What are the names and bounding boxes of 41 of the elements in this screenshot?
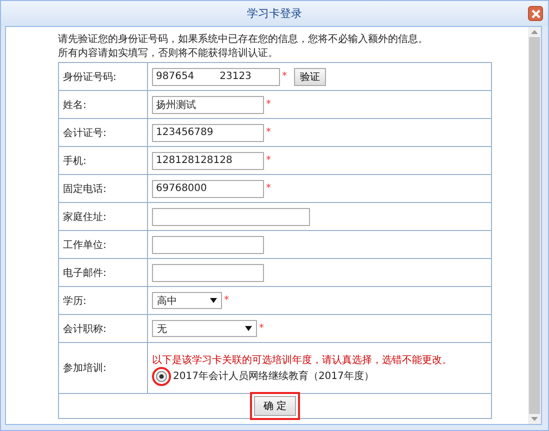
field-label: 家庭住址: <box>58 202 148 230</box>
required-mark: * <box>266 127 271 138</box>
field-label: 手机: <box>58 146 148 174</box>
required-mark: * <box>282 71 287 82</box>
field-label: 学历: <box>58 286 148 314</box>
field-label: 会计证号: <box>58 118 148 146</box>
dropdown[interactable]: 无 <box>152 320 257 337</box>
input-field[interactable]: 扬州测试 <box>152 96 264 114</box>
verify-button[interactable]: 验证 <box>294 68 326 86</box>
close-icon <box>530 8 540 18</box>
field-label: 姓名: <box>58 90 148 118</box>
field-label: 参加培训: <box>58 342 148 394</box>
required-mark: * <box>259 323 264 334</box>
dropdown-arrow-icon <box>210 298 217 303</box>
field-label: 工作单位: <box>58 230 148 258</box>
option-label[interactable]: 2017年会计人员网络继续教育（2017年度） <box>173 369 374 383</box>
notice-text: 以下是该学习卡关联的可选培训年度，请认真选择，选错不能更改。 <box>152 354 453 367</box>
field-label: 身份证号码: <box>58 62 148 90</box>
scroll-down-icon <box>531 417 538 421</box>
field-label: 会计职称: <box>58 314 148 342</box>
instruction-text: 所有内容请如实填写，否则将不能获得培训认证。 <box>58 47 279 61</box>
required-mark: * <box>266 155 271 166</box>
required-mark: * <box>266 183 271 194</box>
scrollbar[interactable] <box>528 27 541 424</box>
field-label: 固定电话: <box>58 174 148 202</box>
input-field[interactable]: 69768000 <box>152 180 264 198</box>
window-title: 学习卡登录 <box>247 6 302 21</box>
input-field[interactable] <box>152 264 264 282</box>
dropdown[interactable]: 高中 <box>152 292 222 309</box>
dropdown-arrow-icon <box>245 326 252 331</box>
instruction-text: 请先验证您的身份证号码，如果系统中已存在您的信息，您将不必输入额外的信息。 <box>58 33 429 47</box>
input-field[interactable] <box>152 208 310 226</box>
input-field[interactable]: 987654 23123 <box>152 68 280 86</box>
required-mark: * <box>266 99 271 110</box>
scroll-up-icon <box>531 30 538 34</box>
close-button[interactable] <box>528 6 543 21</box>
input-field[interactable] <box>152 236 264 254</box>
field-label: 电子邮件: <box>58 258 148 286</box>
required-mark: * <box>224 295 229 306</box>
input-field[interactable]: 123456789 <box>152 124 264 142</box>
input-field[interactable]: 128128128128 <box>152 152 264 170</box>
